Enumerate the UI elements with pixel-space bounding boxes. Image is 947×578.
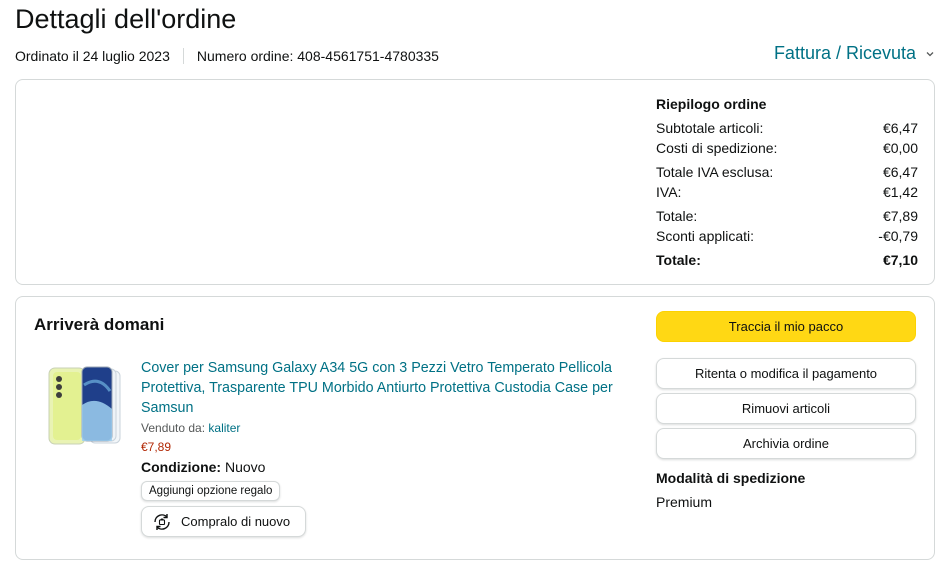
summary-value: €7,89 bbox=[882, 208, 918, 224]
summary-label: Sconti applicati: bbox=[656, 228, 755, 244]
summary-value: €0,00 bbox=[882, 140, 918, 156]
summary-row: Sconti applicati: -€0,79 bbox=[656, 226, 918, 246]
retry-payment-button[interactable]: Ritenta o modifica il pagamento bbox=[656, 358, 916, 389]
summary-value: €1,42 bbox=[882, 184, 918, 200]
order-date: Ordinato il 24 luglio 2023 bbox=[15, 48, 170, 64]
product-image[interactable] bbox=[44, 365, 126, 447]
buy-again-button[interactable]: Compralo di nuovo bbox=[141, 506, 306, 537]
shipment-card: Arriverà domani Cover per Samsung Galaxy… bbox=[15, 296, 935, 560]
page-title: Dettagli dell'ordine bbox=[15, 4, 237, 34]
summary-row: IVA: €1,42 bbox=[656, 182, 918, 202]
condition-value: Nuovo bbox=[225, 459, 266, 475]
rebuy-cart-icon bbox=[151, 511, 173, 533]
summary-label: Subtotale articoli: bbox=[656, 120, 764, 136]
summary-row: Costi di spedizione: €0,00 bbox=[656, 138, 918, 158]
shipment-actions: Traccia il mio pacco Ritenta o modifica … bbox=[656, 311, 916, 510]
summary-label: Totale IVA esclusa: bbox=[656, 164, 774, 180]
grand-total-value: €7,10 bbox=[882, 252, 918, 268]
product-info: Cover per Samsung Galaxy A34 5G con 3 Pe… bbox=[141, 358, 631, 537]
product-title-link[interactable]: Cover per Samsung Galaxy A34 5G con 3 Pe… bbox=[141, 358, 631, 418]
summary-value: €6,47 bbox=[882, 120, 918, 136]
seller-link[interactable]: kaliter bbox=[208, 421, 240, 435]
meta-divider bbox=[182, 48, 184, 64]
buy-again-label: Compralo di nuovo bbox=[181, 514, 291, 529]
track-package-button[interactable]: Traccia il mio pacco bbox=[656, 311, 916, 342]
grand-total-label: Totale: bbox=[656, 252, 701, 268]
summary-row: Totale: €7,89 bbox=[656, 206, 918, 226]
invoice-label: Fattura / Ricevuta bbox=[773, 43, 916, 63]
chevron-down-icon bbox=[925, 49, 935, 59]
summary-grand-total: Totale: €7,10 bbox=[656, 250, 918, 270]
summary-value: -€0,79 bbox=[878, 228, 918, 244]
invoice-dropdown[interactable]: Fattura / Ricevuta bbox=[774, 43, 935, 64]
summary-label: Totale: bbox=[656, 208, 698, 224]
summary-title: Riepilogo ordine bbox=[656, 96, 767, 112]
remove-items-button[interactable]: Rimuovi articoli bbox=[656, 393, 916, 424]
archive-order-button[interactable]: Archivia ordine bbox=[656, 428, 916, 459]
sold-by: Venduto da: kaliter bbox=[141, 421, 631, 435]
product-price: €7,89 bbox=[141, 440, 172, 454]
shipping-mode-title: Modalità di spedizione bbox=[656, 470, 806, 486]
summary-row: Totale IVA esclusa: €6,47 bbox=[656, 162, 918, 182]
summary-row: Subtotale articoli: €6,47 bbox=[656, 118, 918, 138]
summary-label: IVA: bbox=[656, 184, 682, 200]
summary-value: €6,47 bbox=[882, 164, 918, 180]
shipment-title: Arriverà domani bbox=[34, 315, 165, 334]
add-gift-option-button[interactable]: Aggiungi opzione regalo bbox=[141, 481, 281, 501]
condition-label: Condizione: bbox=[141, 459, 222, 475]
order-summary-card: Riepilogo ordine Subtotale articoli: €6,… bbox=[15, 79, 935, 285]
order-summary: Riepilogo ordine Subtotale articoli: €6,… bbox=[656, 96, 918, 270]
shipping-mode-value: Premium bbox=[656, 494, 713, 510]
product-condition: Condizione: Nuovo bbox=[141, 459, 631, 475]
order-number: Numero ordine: 408-4561751-4780335 bbox=[196, 48, 439, 64]
order-meta: Ordinato il 24 luglio 2023 Numero ordine… bbox=[15, 48, 439, 64]
summary-label: Costi di spedizione: bbox=[656, 140, 778, 156]
sold-by-label: Venduto da: bbox=[141, 421, 206, 435]
